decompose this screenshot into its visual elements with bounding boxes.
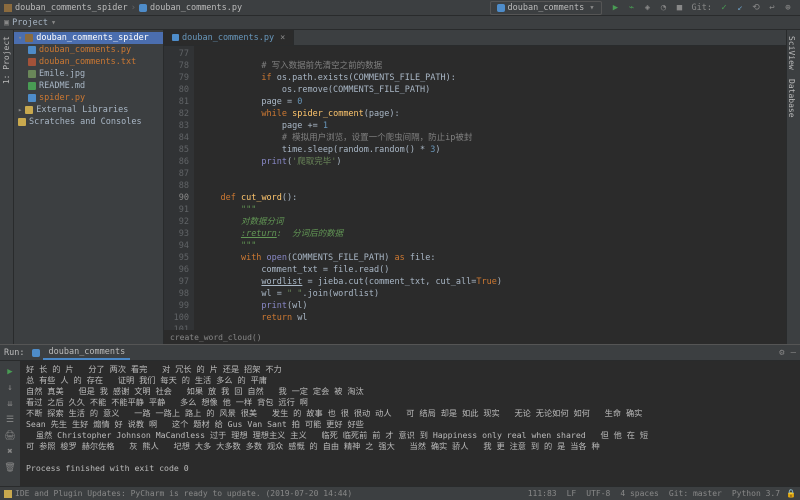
debug-button[interactable]: ⌁ [626,2,638,14]
img-icon [28,70,36,78]
stop-button[interactable]: ■ [674,2,686,14]
git-check-icon[interactable]: ✓ [718,2,730,14]
gear-icon[interactable]: ⚙ [779,348,784,358]
stack-button[interactable]: ⇊ [4,398,16,410]
run-config-selector[interactable]: douban_comments ▾ [490,1,602,15]
status-bar: IDE and Plugin Updates: PyCharm is ready… [0,486,800,500]
search-everywhere-icon[interactable]: ⊕ [782,2,794,14]
status-message: IDE and Plugin Updates: PyCharm is ready… [15,489,352,498]
code-breadcrumb[interactable]: create_word_cloud() [164,330,786,344]
tree-item[interactable]: ▾douban_comments_spider [14,32,163,44]
editor-area: douban_comments.py× 77787980818283848586… [164,30,786,344]
tree-item[interactable]: Emile.jpg [14,68,163,80]
txt-icon [28,58,36,66]
lock-icon: 🔒 [786,489,796,498]
console-output[interactable]: 好 长 的 片 分了 两次 看完 对 冗长 的 片 还是 招架 不力总 有些 人… [20,361,800,486]
git-label: Git: [692,3,712,13]
left-tool-rail: 1: Project [0,30,14,344]
python-icon [172,34,179,41]
breadcrumb-bar: douban_comments_spider › douban_comments… [0,0,800,16]
folder-icon [25,34,33,42]
tree-item[interactable]: spider.py [14,92,163,104]
lib-icon [25,106,33,114]
clear-button[interactable]: 🗑 [4,462,16,474]
project-title: Project [12,18,48,28]
tree-item[interactable]: douban_comments.py [14,44,163,56]
close-button[interactable]: ✖ [4,446,16,458]
status-chunks: 111:83LFUTF-84 spacesGit: masterPython 3… [518,489,780,498]
run-panel: Run: douban_comments ⚙ — ▶ ↓ ⇊ ☰ 🖨 ✖ 🗑 好… [0,344,800,486]
run-tab[interactable]: douban_comments [43,346,130,360]
py-icon [28,94,36,102]
python-icon [32,349,40,357]
tree-item[interactable]: README.md [14,80,163,92]
coverage-button[interactable]: ◈ [642,2,654,14]
folder-icon [4,4,12,12]
tree-item[interactable]: ▸External Libraries [14,104,163,116]
git-history-icon[interactable]: ⟲ [750,2,762,14]
minimize-icon[interactable]: — [791,348,796,358]
down-button[interactable]: ↓ [4,382,16,394]
run-panel-label: Run: [4,348,24,358]
right-tool-rail: SciView Database [786,30,800,344]
editor-tabs: douban_comments.py× [164,30,786,46]
py-icon [28,46,36,54]
run-button[interactable]: ▶ [610,2,622,14]
python-icon [497,4,505,12]
tool-sciview[interactable]: SciView [787,36,796,70]
md-icon [28,82,36,90]
git-revert-icon[interactable]: ↩ [766,2,778,14]
gutter: 7778798081828384858687889091929394959697… [164,46,194,330]
run-controls: ▶ ↓ ⇊ ☰ 🖨 ✖ 🗑 [0,361,20,486]
python-icon [139,4,147,12]
code-text[interactable]: # 写入数据前先清空之前的数据 if os.path.exists(COMMEN… [194,46,786,330]
project-panel: ▾douban_comments_spiderdouban_comments.p… [14,30,164,344]
hammer-icon[interactable] [4,490,12,498]
breadcrumb-project: douban_comments_spider [15,3,128,13]
rerun-button[interactable]: ▶ [4,366,16,378]
editor-tab[interactable]: douban_comments.py× [164,30,294,45]
tool-project[interactable]: 1: Project [2,36,11,84]
tool-database[interactable]: Database [787,79,796,118]
project-header-row: ▣ Project ▾ [0,16,800,30]
git-update-icon[interactable]: ↙ [734,2,746,14]
breadcrumb-file: douban_comments.py [150,3,242,13]
tree-item[interactable]: douban_comments.txt [14,56,163,68]
print-button[interactable]: 🖨 [4,430,16,442]
profile-button[interactable]: ◔ [658,2,670,14]
tree-item[interactable]: Scratches and Consoles [14,116,163,128]
wrap-button[interactable]: ☰ [4,414,16,426]
lib-icon [18,118,26,126]
